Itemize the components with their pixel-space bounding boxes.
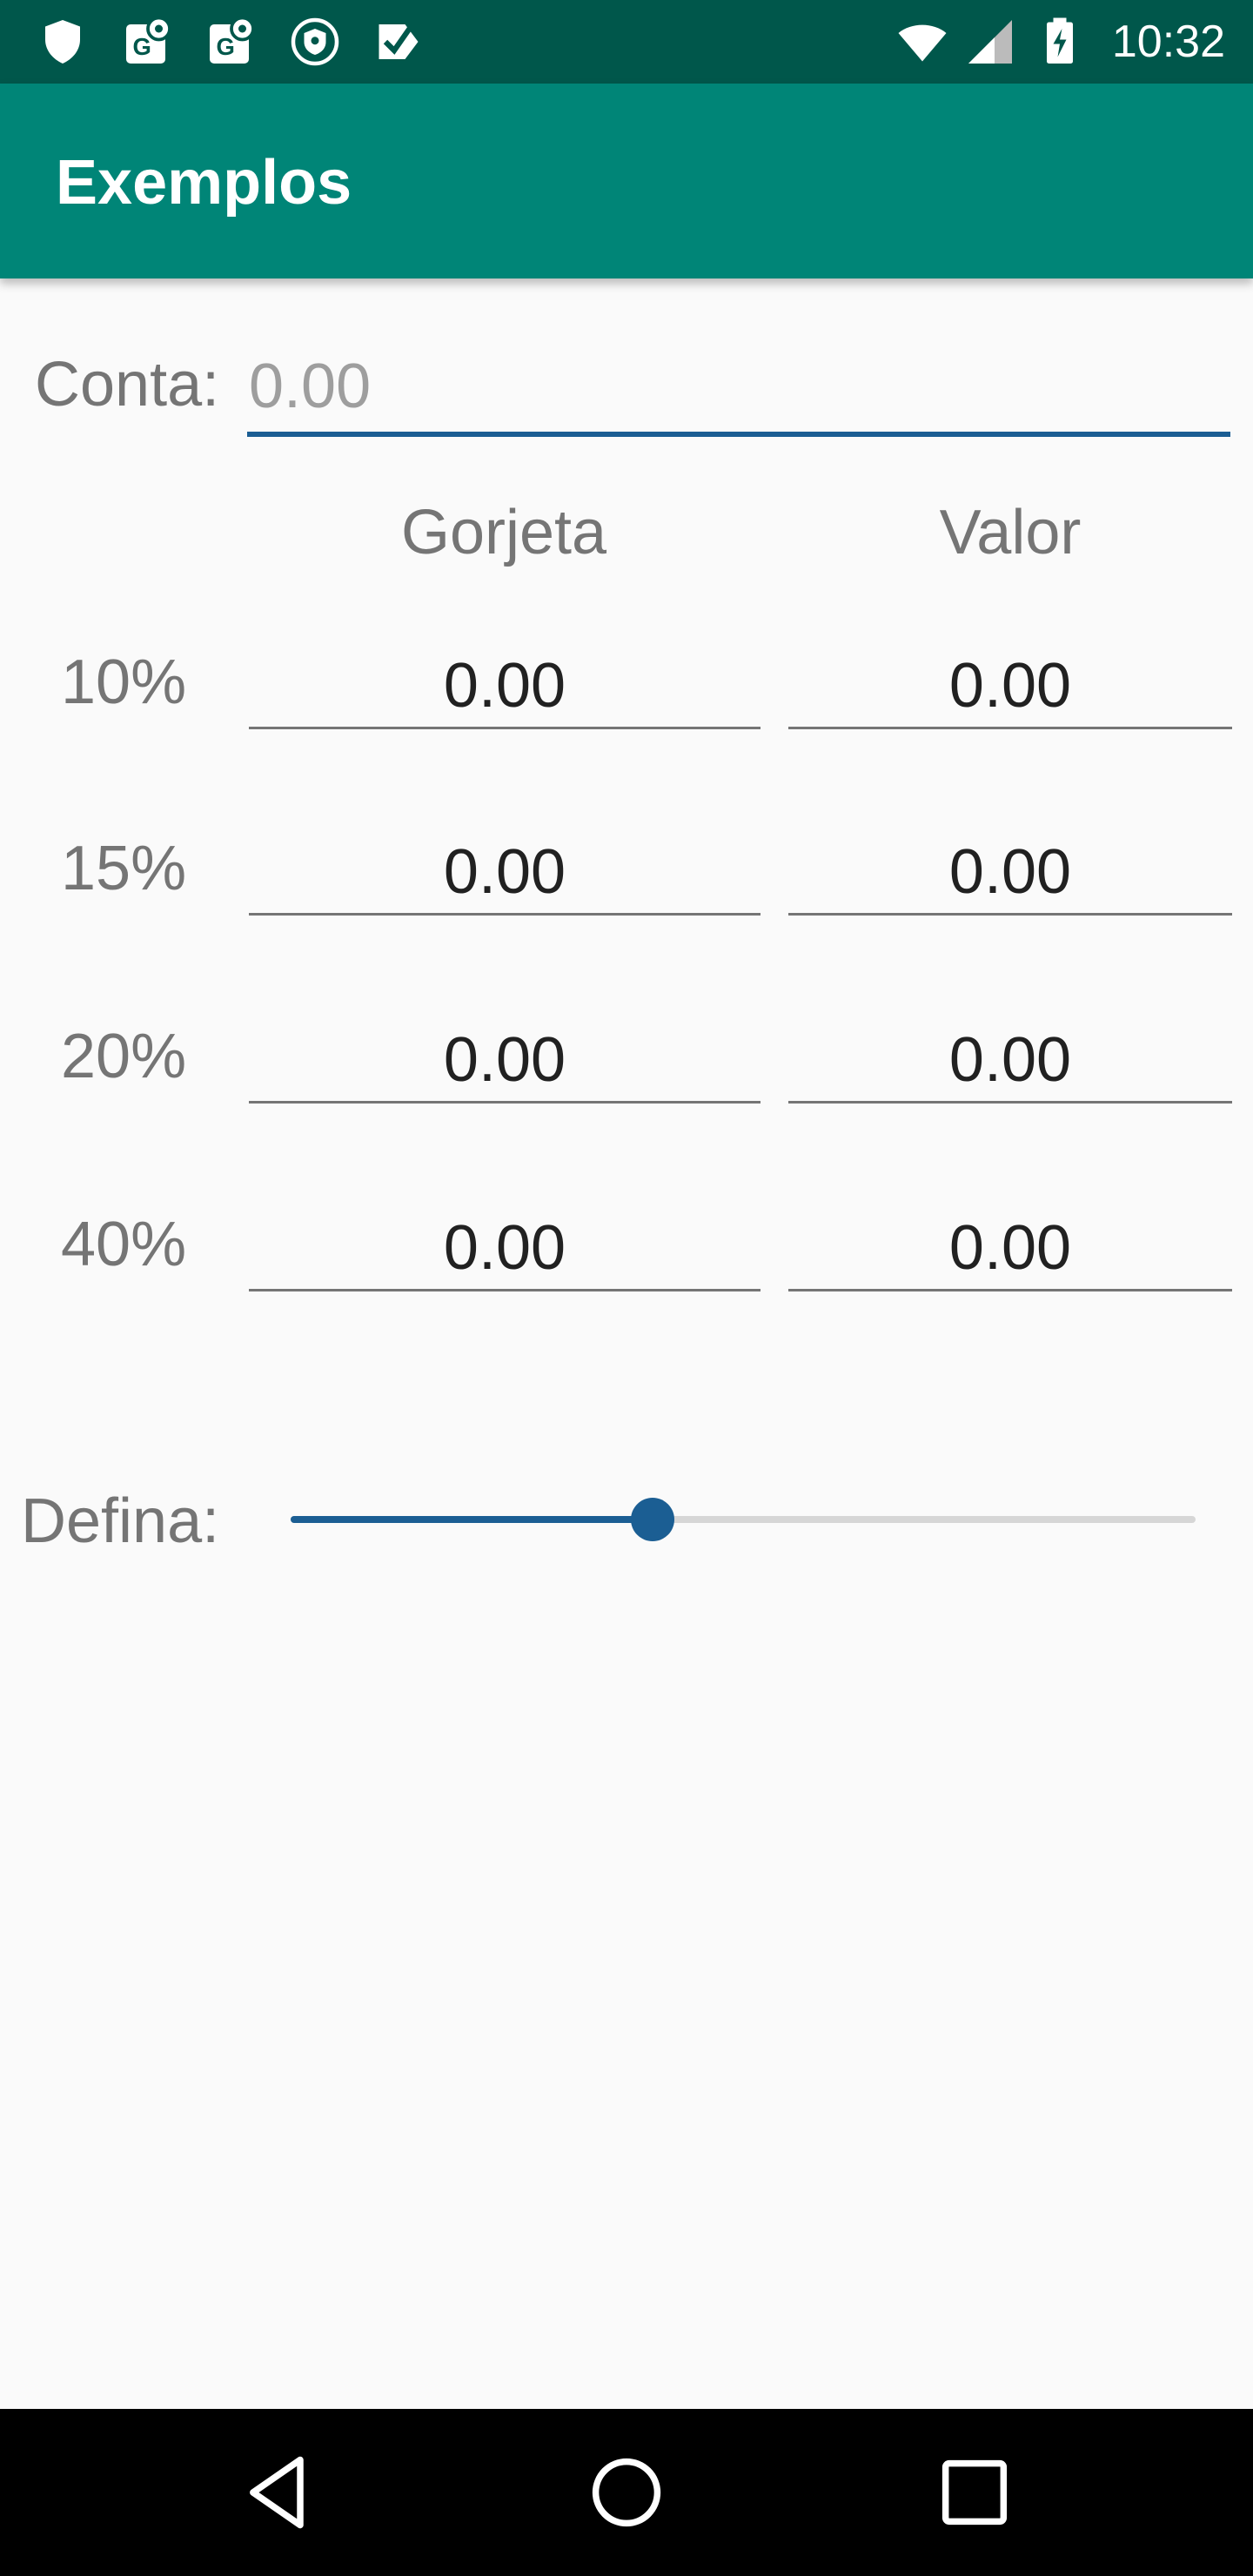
back-icon[interactable] [235,2449,322,2536]
tip-field[interactable]: 0.00 [249,1204,761,1291]
percent-label: 15% [61,834,187,903]
tip-slider[interactable] [291,1498,1196,1541]
slider-fill [291,1516,653,1523]
shield-icon [45,20,80,64]
total-field[interactable]: 0.00 [788,1016,1232,1104]
shield-location-icon [291,17,339,66]
tip-field[interactable]: 0.00 [249,642,761,729]
slider-label: Defina: [21,1486,220,1556]
recents-icon[interactable] [931,2449,1018,2536]
total-field[interactable]: 0.00 [788,642,1232,729]
svg-text:G: G [133,33,151,60]
wifi-icon [898,24,947,62]
status-bar: G G 10:32 [0,0,1253,84]
percent-label: 10% [61,647,187,717]
battery-charging-icon [1047,17,1073,64]
page-title: Exemplos [56,148,352,218]
signal-icon [968,20,1012,64]
navigation-bar [0,2409,1253,2576]
maps-icon: G [126,16,171,64]
tip-field[interactable]: 0.00 [249,828,761,916]
slider-thumb[interactable] [631,1498,674,1541]
bill-input[interactable] [247,341,1230,437]
total-field[interactable]: 0.00 [788,828,1232,916]
bill-label: Conta: [35,350,220,419]
maps-icon: G [210,16,255,64]
percent-label: 20% [61,1022,187,1091]
total-field[interactable]: 0.00 [788,1204,1232,1291]
check-icon [379,24,419,59]
percent-label: 40% [61,1210,187,1279]
total-column-header: Valor [939,498,1082,567]
status-time: 10:32 [1111,17,1225,67]
app-bar: Exemplos [0,84,1253,278]
svg-text:G: G [217,33,235,60]
tip-field[interactable]: 0.00 [249,1016,761,1104]
home-icon[interactable] [583,2449,670,2536]
tip-column-header: Gorjeta [400,498,607,567]
